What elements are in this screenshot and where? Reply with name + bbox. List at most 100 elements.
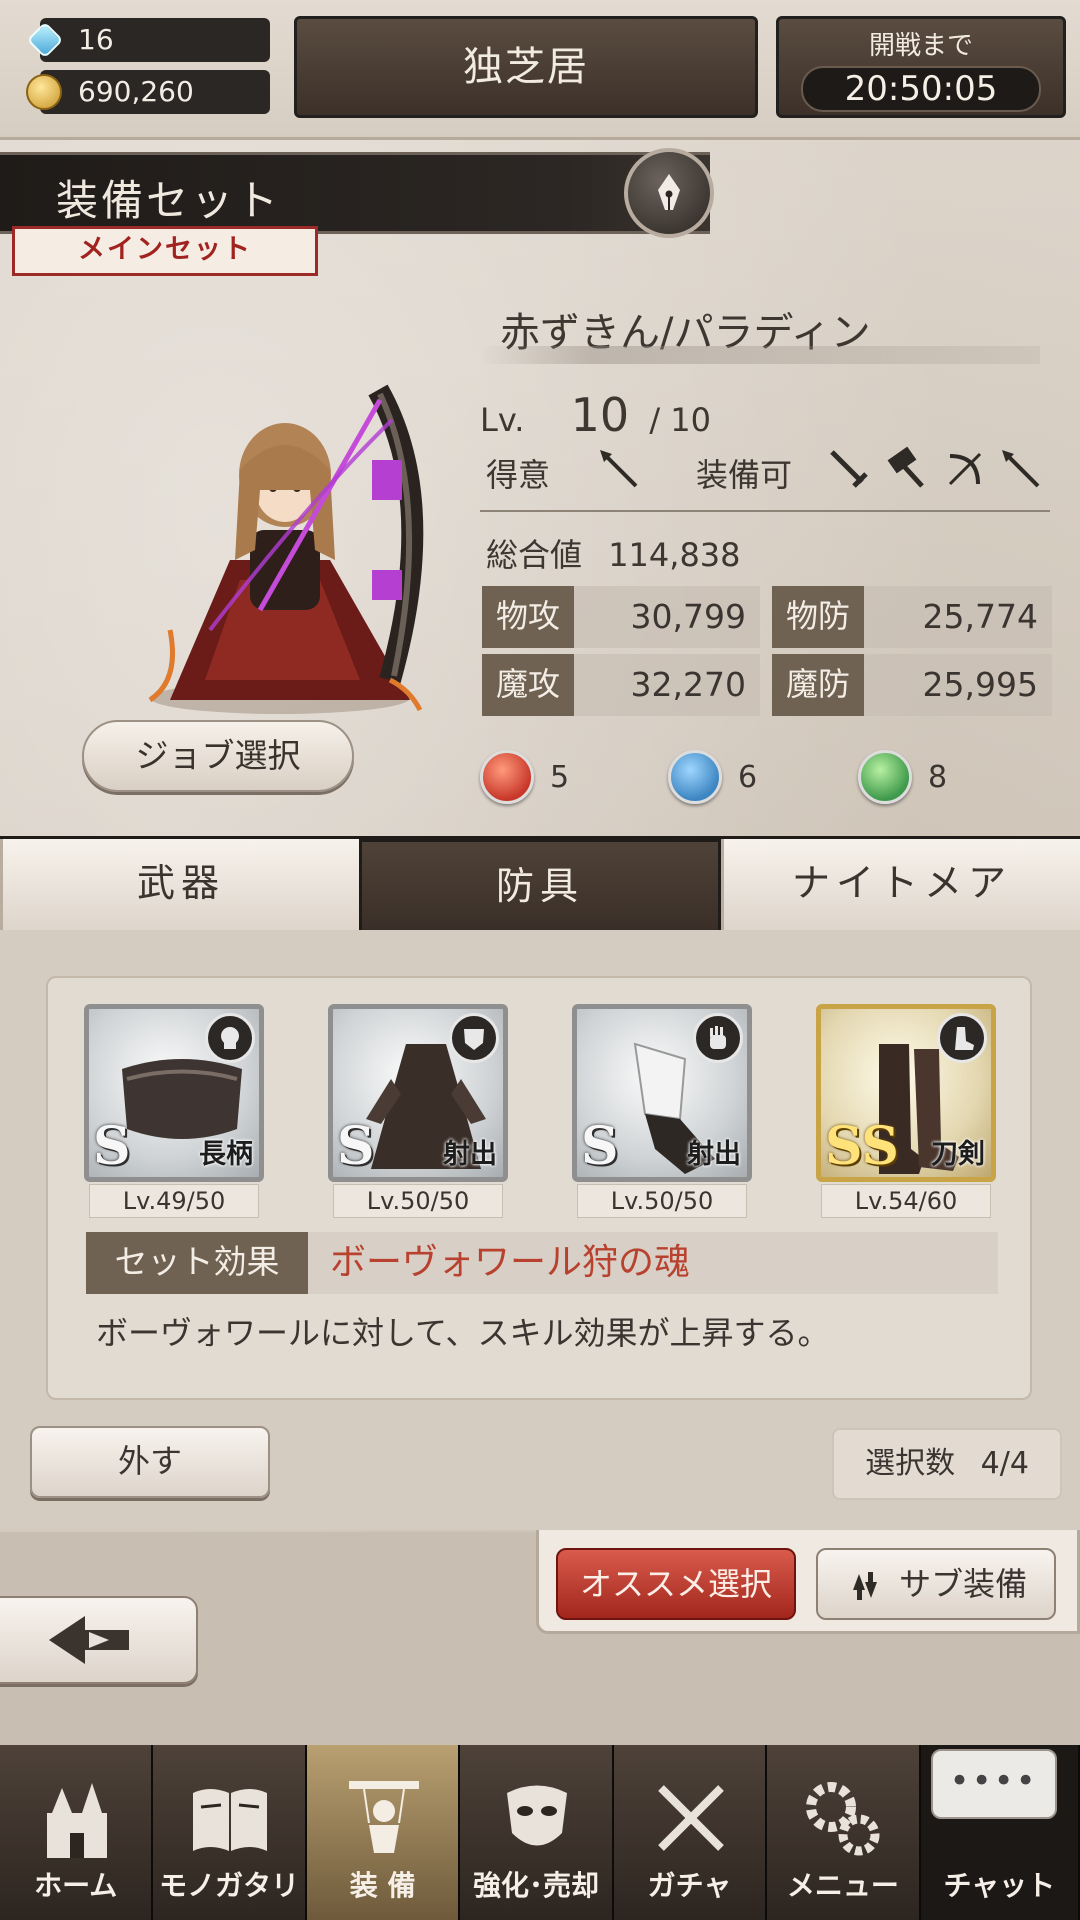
chat-icon: •••• — [930, 1749, 1057, 1819]
equip-tabs: 武器 防具 ナイトメア — [0, 836, 1080, 933]
slot-level: Lv.50/50 — [333, 1184, 503, 1218]
armor-slot-head[interactable]: S 長柄 Lv.49/50 — [84, 1004, 264, 1218]
armor-slot-hand[interactable]: S 射出 Lv.50/50 — [572, 1004, 752, 1218]
total-row: 総合値 114,838 — [486, 530, 741, 576]
battle-timer: 開戦まで 20:50:05 — [776, 16, 1066, 118]
stat-value: 25,995 — [922, 665, 1038, 704]
stat-magic-attack: 魔攻 32,270 — [482, 654, 760, 716]
sword-icon — [830, 450, 868, 488]
main-set-ribbon[interactable]: メインセット — [12, 226, 318, 276]
swords-icon — [657, 1785, 724, 1851]
back-button[interactable] — [0, 1596, 198, 1684]
equip-set-title: 装備セット — [56, 176, 282, 225]
nav-label: ガチャ — [647, 1869, 732, 1902]
weapon-type: 長柄 — [199, 1139, 253, 1170]
stat-label: 物攻 — [482, 586, 574, 648]
coin-count: 690,260 — [78, 75, 194, 108]
puppet-icon — [348, 1781, 419, 1853]
rank-badge: S — [581, 1116, 619, 1177]
sub-equipment-button[interactable]: サブ装備 — [816, 1548, 1056, 1620]
slot-level: Lv.50/50 — [577, 1184, 747, 1218]
bottom-navigation: ホーム モノガタリ 装 備 強化･売却 ガチャ メニュー •••• チャット — [0, 1745, 1080, 1920]
timer-label: 開戦まで — [868, 31, 973, 61]
slot-frame[interactable]: S 長柄 — [84, 1004, 264, 1182]
tab-nightmare[interactable]: ナイトメア — [721, 839, 1080, 933]
coin-counter: 690,260 — [26, 70, 270, 114]
armor-slot-foot[interactable]: SS 刀剣 Lv.54/60 — [816, 1004, 996, 1218]
head-icon — [205, 1013, 255, 1063]
castle-icon — [47, 1783, 107, 1858]
top-bar: 16 690,260 独芝居 開戦まで 20:50:05 — [0, 0, 1080, 140]
slot-level: Lv.54/60 — [821, 1184, 991, 1218]
sub-equipment-label: サブ装備 — [899, 1565, 1028, 1603]
book-icon — [193, 1789, 268, 1851]
character-illustration — [110, 380, 470, 720]
slot-frame[interactable]: S 射出 — [572, 1004, 752, 1182]
remove-button[interactable]: 外す — [30, 1426, 270, 1498]
count-value: 4/4 — [980, 1446, 1029, 1481]
stage-title-button[interactable]: 独芝居 — [294, 16, 758, 118]
foot-icon — [937, 1013, 987, 1063]
stat-magic-defense: 魔防 25,995 — [772, 654, 1052, 716]
element-fire: 5 — [480, 750, 569, 804]
count-label: 選択数 — [865, 1446, 956, 1481]
nav-label: 装 備 — [349, 1869, 416, 1902]
weapon-type: 射出 — [443, 1139, 497, 1170]
tab-armor[interactable]: 防具 — [359, 839, 721, 933]
back-arrow-icon — [49, 1616, 129, 1664]
weapon-type: 刀剣 — [931, 1139, 985, 1170]
slot-frame[interactable]: SS 刀剣 — [816, 1004, 996, 1182]
weapon-type: 射出 — [687, 1139, 741, 1170]
affinity-divider — [480, 510, 1050, 512]
level-max: / 10 — [649, 401, 712, 439]
nav-label: チャット — [943, 1869, 1056, 1902]
equippable-label: 装備可 — [696, 456, 793, 494]
pen-icon — [658, 174, 680, 210]
level-row: Lv. 10 / 10 — [480, 388, 711, 442]
stat-physical-defense: 物防 25,774 — [772, 586, 1052, 648]
nav-equipment[interactable]: 装 備 — [306, 1745, 461, 1920]
tab-weapon[interactable]: 武器 — [0, 839, 359, 933]
body-icon — [449, 1013, 499, 1063]
total-label: 総合値 — [486, 536, 583, 574]
coin-icon — [26, 74, 62, 110]
job-select-button[interactable]: ジョブ選択 — [82, 720, 354, 792]
nav-menu[interactable]: メニュー — [767, 1745, 921, 1920]
job-name-underline — [480, 346, 1040, 364]
nav-upgrade-sell[interactable]: 強化･売却 — [460, 1745, 614, 1920]
stat-label: 魔防 — [772, 654, 864, 716]
slot-frame[interactable]: S 射出 — [328, 1004, 508, 1182]
wind-orb-icon — [858, 750, 912, 804]
hand-icon — [693, 1013, 743, 1063]
nav-label: 強化･売却 — [473, 1869, 600, 1902]
stat-label: 魔攻 — [482, 654, 574, 716]
rank-badge: SS — [825, 1116, 899, 1177]
specialty-label: 得意 — [486, 456, 551, 494]
spear-icon — [1002, 450, 1040, 488]
swap-arrows-icon — [852, 1572, 877, 1600]
nav-home[interactable]: ホーム — [0, 1745, 154, 1920]
hammer-icon — [887, 446, 924, 488]
element-wind: 8 — [858, 750, 947, 804]
fire-orb-icon — [480, 750, 534, 804]
equip-set-header: 装備セット — [0, 152, 710, 234]
bow-icon — [948, 452, 982, 486]
element-water: 6 — [668, 750, 757, 804]
gears-icon — [806, 1782, 880, 1856]
set-effect-name: ボーヴォワール狩の魂 — [330, 1242, 691, 1283]
nav-story[interactable]: モノガタリ — [153, 1745, 307, 1920]
nav-gacha[interactable]: ガチャ — [613, 1745, 768, 1920]
timer-value: 20:50:05 — [801, 66, 1041, 112]
total-value: 114,838 — [608, 536, 741, 574]
recommend-select-button[interactable]: オススメ選択 — [556, 1548, 796, 1620]
edit-set-name-button[interactable] — [624, 148, 714, 238]
rank-badge: S — [93, 1116, 131, 1177]
armor-slot-body[interactable]: S 射出 Lv.50/50 — [328, 1004, 508, 1218]
nav-chat[interactable]: •••• チャット — [920, 1745, 1080, 1920]
nav-label: モノガタリ — [159, 1869, 300, 1902]
element-count: 6 — [738, 759, 758, 795]
slot-level: Lv.49/50 — [89, 1184, 259, 1218]
stat-label: 物防 — [772, 586, 864, 648]
mask-icon — [507, 1785, 568, 1846]
nav-label: メニュー — [786, 1869, 899, 1902]
